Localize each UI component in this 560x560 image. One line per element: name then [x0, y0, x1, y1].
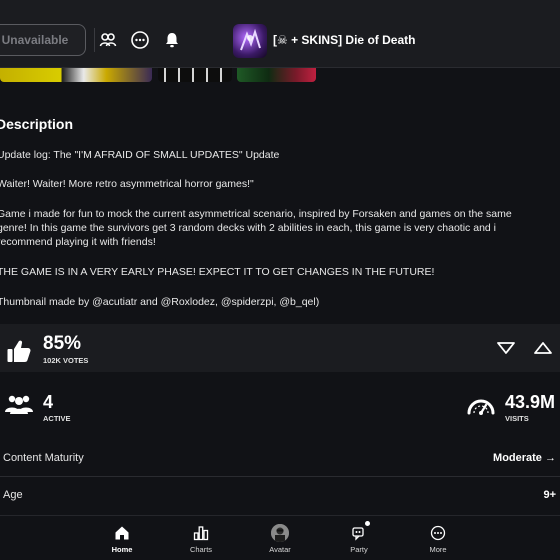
upvote-button[interactable] — [532, 338, 554, 358]
game-thumbnail[interactable] — [233, 24, 267, 58]
more-icon — [428, 524, 448, 542]
active-label: ACTIVE — [43, 414, 71, 423]
nav-more-label: More — [429, 545, 447, 554]
nav-avatar-label: Avatar — [269, 545, 291, 554]
age-label: Age — [3, 489, 23, 501]
thumbnail-image-3[interactable] — [237, 68, 316, 82]
home-icon — [112, 524, 132, 542]
description-heading: Description — [0, 116, 74, 132]
game-title[interactable]: [☠ + SKINS] Die of Death — [273, 33, 415, 47]
top-bar: Unavailable [☠ + SKINS] Die of Death — [0, 0, 560, 68]
downvote-button[interactable] — [495, 338, 517, 358]
visits-count: 43.9M — [505, 392, 556, 412]
description-line: THE GAME IS IN A VERY EARLY PHASE! EXPEC… — [0, 266, 435, 278]
vote-count: 102K VOTES — [43, 356, 89, 365]
thumbs-up-icon — [6, 338, 32, 369]
visits-gauge-icon — [466, 393, 496, 424]
nav-charts[interactable]: Charts — [171, 520, 231, 558]
vote-percentage: 85% — [43, 333, 82, 354]
notification-bell-icon[interactable] — [160, 28, 184, 52]
topbar-divider — [94, 28, 95, 52]
description-line: recommend playing it with friends! — [0, 236, 156, 248]
description-line: genre! In this game the survivors get 3 … — [0, 222, 496, 234]
nav-charts-label: Charts — [189, 545, 213, 554]
description-line: Game i made for fun to mock the current … — [0, 208, 512, 220]
nav-home-label: Home — [111, 545, 133, 554]
nav-party-label: Party — [350, 545, 368, 554]
nav-more[interactable]: More — [408, 520, 468, 558]
charts-icon — [191, 524, 211, 542]
more-options-icon[interactable] — [128, 28, 152, 52]
description-line: Update log: The "I'M AFRAID OF SMALL UPD… — [0, 149, 280, 161]
content-maturity-label: Content Maturity — [3, 452, 84, 464]
avatar-icon — [270, 524, 290, 542]
age-value: 9+ — [543, 489, 556, 501]
nav-home[interactable]: Home — [92, 520, 152, 558]
nav-party[interactable]: Party — [329, 520, 389, 558]
active-players-icon — [4, 392, 34, 421]
party-notification-dot — [365, 521, 370, 526]
nav-avatar[interactable]: Avatar — [250, 520, 310, 558]
visits-label: VISITS — [505, 414, 529, 423]
unavailable-button[interactable]: Unavailable — [0, 24, 86, 56]
row-divider — [0, 476, 560, 477]
thumbnail-image-2[interactable] — [158, 68, 232, 82]
description-line: Waiter! Waiter! More retro asymmetrical … — [0, 178, 254, 190]
description-line: Thumbnail made by @acutiatr and @Roxlode… — [0, 296, 320, 308]
active-count: 4 — [43, 392, 54, 412]
party-icon — [349, 524, 369, 542]
thumbnail-image-1[interactable] — [0, 68, 152, 82]
friends-icon[interactable] — [96, 28, 120, 52]
content-maturity-link[interactable]: Moderate → — [493, 452, 556, 464]
